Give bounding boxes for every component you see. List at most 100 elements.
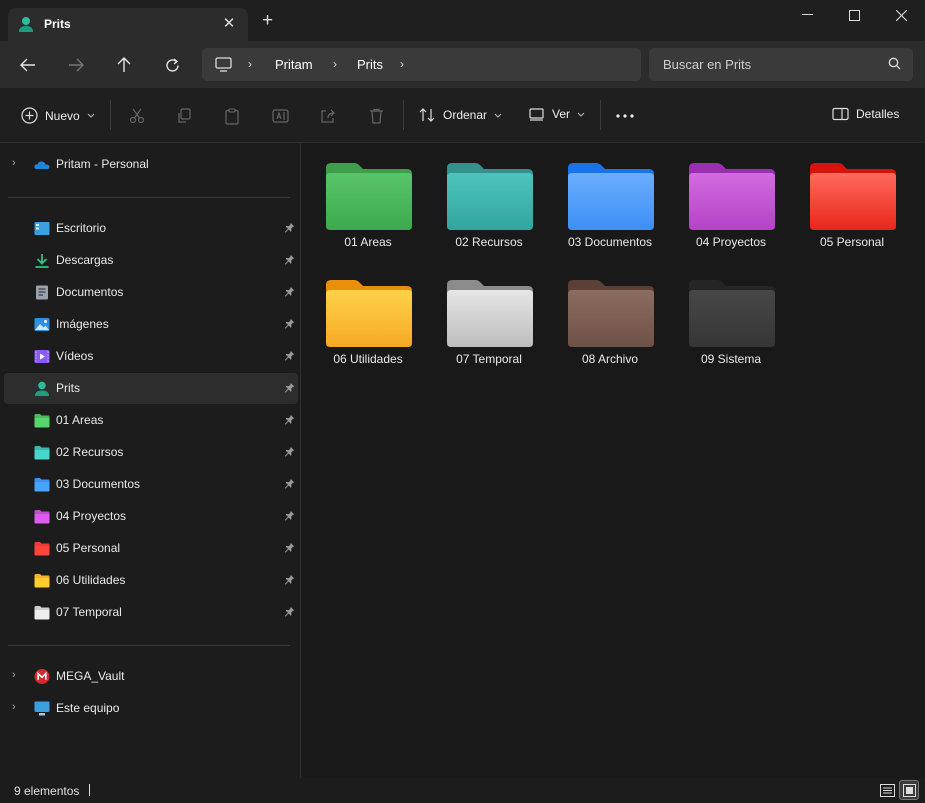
folder-label: 05 Personal — [819, 235, 885, 249]
new-tab-button[interactable]: + — [262, 11, 273, 30]
rename-button[interactable] — [270, 106, 290, 126]
computer-icon — [34, 701, 50, 716]
sort-icon — [419, 108, 435, 122]
sidebar-item-v-deos[interactable]: Vídeos — [4, 341, 298, 372]
tab-prits[interactable]: Prits ✕ — [8, 8, 248, 41]
back-button[interactable] — [17, 54, 39, 76]
folder-tile[interactable]: 08 Archivo — [554, 260, 666, 370]
sidebar-item-escritorio[interactable]: Escritorio — [4, 213, 298, 244]
chevron-right-icon[interactable]: › — [12, 701, 16, 713]
delete-button[interactable] — [366, 106, 386, 126]
sidebar-item-im-genes[interactable]: Imágenes — [4, 309, 298, 340]
folder-icon — [568, 280, 654, 347]
chevron-right-icon[interactable]: › — [12, 669, 16, 681]
pin-icon[interactable] — [284, 254, 295, 265]
sidebar-item-label: Imágenes — [56, 317, 109, 331]
new-button[interactable]: Nuevo — [21, 107, 95, 124]
folder-tile[interactable]: 04 Proyectos — [675, 143, 787, 253]
file-list: 01 Areas 02 Recursos 03 Documentos 04 Pr… — [302, 143, 925, 778]
share-button[interactable] — [318, 106, 338, 126]
pin-icon[interactable] — [284, 510, 295, 521]
arrow-right-icon — [69, 58, 84, 72]
details-view-button[interactable] — [877, 780, 897, 800]
sidebar-item-label: Prits — [56, 381, 80, 395]
pin-icon[interactable] — [284, 574, 295, 585]
arrow-up-icon — [117, 57, 131, 72]
folder-label: 07 Temporal — [456, 352, 522, 366]
chevron-right-icon[interactable]: › — [12, 157, 16, 169]
pin-icon[interactable] — [284, 350, 295, 361]
onedrive-icon — [34, 161, 50, 169]
cut-button[interactable] — [127, 106, 147, 126]
folder-tile[interactable]: 06 Utilidades — [312, 260, 424, 370]
sidebar-item-07-temporal[interactable]: 07 Temporal — [4, 597, 298, 628]
navigation-pane: › Pritam - Personal Escritorio Descargas… — [0, 143, 301, 778]
pin-icon[interactable] — [284, 542, 295, 553]
plus-circle-icon — [21, 107, 38, 124]
separator — [403, 100, 404, 130]
sort-button[interactable]: Ordenar — [419, 107, 502, 123]
sidebar-item-label: 01 Areas — [56, 413, 104, 427]
pin-icon[interactable] — [284, 382, 295, 393]
sidebar-item-documentos[interactable]: Documentos — [4, 277, 298, 308]
pin-icon[interactable] — [284, 414, 295, 425]
download-icon — [35, 254, 49, 268]
folder-tile[interactable]: 07 Temporal — [433, 260, 545, 370]
folder-tile[interactable]: 03 Documentos — [554, 143, 666, 253]
minimize-button[interactable] — [784, 0, 831, 30]
pin-icon[interactable] — [284, 286, 295, 297]
sidebar-item-prits[interactable]: Prits — [4, 373, 298, 404]
pin-icon[interactable] — [284, 606, 295, 617]
folder-tile[interactable]: 05 Personal — [796, 143, 908, 253]
folder-tile[interactable]: 02 Recursos — [433, 143, 545, 253]
folder-label: 09 Sistema — [700, 352, 762, 366]
sidebar-item-descargas[interactable]: Descargas — [4, 245, 298, 276]
maximize-button[interactable] — [831, 0, 878, 30]
more-options-button[interactable] — [615, 106, 635, 126]
folder-icon — [34, 446, 50, 460]
up-button[interactable] — [113, 54, 135, 76]
pin-icon[interactable] — [284, 478, 295, 489]
refresh-button[interactable] — [161, 54, 183, 76]
breadcrumb-item[interactable]: Prits — [357, 57, 383, 72]
sidebar-item-onedrive[interactable]: › Pritam - Personal — [4, 149, 298, 180]
sidebar-item-label: Pritam - Personal — [56, 157, 149, 171]
pin-icon[interactable] — [284, 222, 295, 233]
copy-button[interactable] — [174, 106, 194, 126]
sidebar-item-label: 04 Proyectos — [56, 509, 127, 523]
sidebar-item-06-utilidades[interactable]: 06 Utilidades — [4, 565, 298, 596]
tiles-view-button[interactable] — [899, 780, 919, 800]
folder-icon — [34, 574, 50, 588]
address-bar[interactable]: › Pritam › Prits › — [202, 48, 641, 81]
sidebar-item-mega-vault[interactable]: › MEGA_Vault — [4, 661, 298, 692]
chevron-right-icon[interactable]: › — [400, 57, 404, 71]
folder-icon — [568, 163, 654, 230]
sidebar-item-02-recursos[interactable]: 02 Recursos — [4, 437, 298, 468]
folder-label: 02 Recursos — [455, 235, 523, 249]
folder-icon — [447, 280, 533, 347]
close-window-button[interactable] — [878, 0, 925, 30]
tab-close-button[interactable]: ✕ — [220, 14, 238, 32]
folder-tile[interactable]: 09 Sistema — [675, 260, 787, 370]
details-label: Detalles — [856, 107, 900, 121]
sidebar-item-01-areas[interactable]: 01 Areas — [4, 405, 298, 436]
pin-icon[interactable] — [284, 446, 295, 457]
chevron-right-icon: › — [248, 57, 252, 71]
sidebar-item-04-proyectos[interactable]: 04 Proyectos — [4, 501, 298, 532]
forward-button[interactable] — [65, 54, 87, 76]
desktop-icon — [34, 222, 50, 235]
search-input[interactable]: Buscar en Prits — [663, 57, 751, 72]
search-box[interactable]: Buscar en Prits — [649, 48, 913, 81]
folder-tile[interactable]: 01 Areas — [312, 143, 424, 253]
breadcrumb-item[interactable]: Pritam — [275, 57, 313, 72]
details-button[interactable]: Detalles — [832, 107, 899, 121]
pin-icon[interactable] — [284, 318, 295, 329]
view-button[interactable]: Ver — [529, 107, 585, 121]
separator — [110, 100, 111, 130]
folder-icon — [326, 163, 412, 230]
sidebar-item-03-documentos[interactable]: 03 Documentos — [4, 469, 298, 500]
user-icon — [19, 17, 33, 32]
sidebar-item-este-equipo[interactable]: › Este equipo — [4, 693, 298, 724]
sidebar-item-05-personal[interactable]: 05 Personal — [4, 533, 298, 564]
paste-button[interactable] — [222, 106, 242, 126]
